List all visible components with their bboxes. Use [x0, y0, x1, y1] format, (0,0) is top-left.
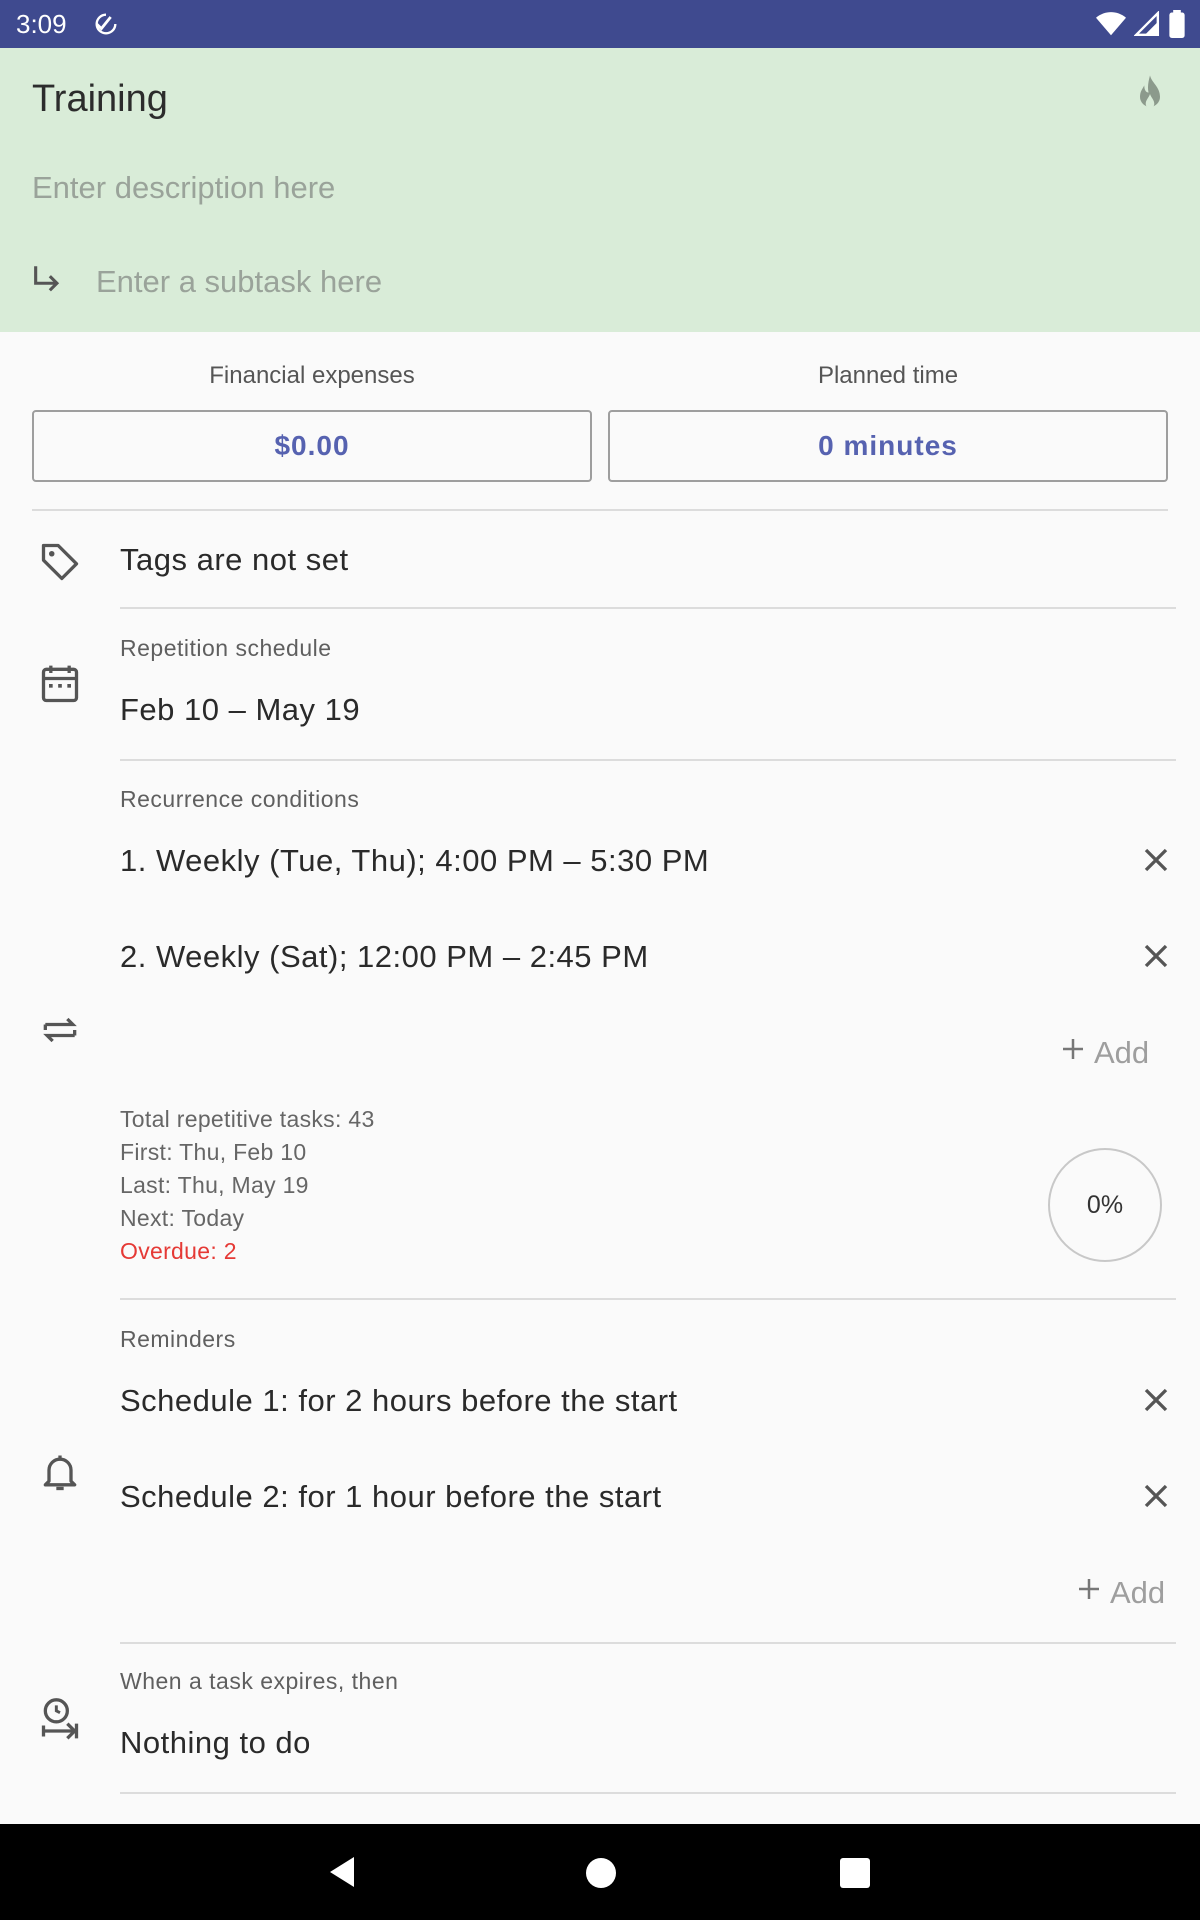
- recurrence-conditions-label: Recurrence conditions: [120, 786, 360, 812]
- stat-first: First: Thu, Feb 10: [120, 1139, 307, 1165]
- stat-next: Next: Today: [120, 1205, 245, 1231]
- subtask-arrow-icon: [30, 262, 64, 301]
- repetition-schedule-label: Repetition schedule: [120, 635, 332, 661]
- clock-arrow-icon: [38, 1696, 82, 1749]
- do-not-disturb-icon: [92, 10, 120, 43]
- progress-percent: 0%: [1086, 1190, 1124, 1219]
- wifi-icon: [1096, 11, 1126, 42]
- remove-recurrence-2-icon[interactable]: [1136, 936, 1176, 976]
- remove-reminder-2-icon[interactable]: [1136, 1476, 1176, 1516]
- stat-overdue: Overdue: 2: [120, 1238, 237, 1264]
- repeat-icon: [38, 1008, 82, 1057]
- description-input[interactable]: Enter description here: [32, 170, 335, 206]
- divider: [120, 607, 1176, 609]
- financial-expenses-button[interactable]: $0.00: [32, 410, 592, 482]
- divider: [32, 509, 1168, 511]
- calendar-icon: [38, 662, 82, 711]
- expiry-label: When a task expires, then: [120, 1668, 399, 1694]
- tags-value[interactable]: Tags are not set: [120, 542, 349, 578]
- recurrence-item[interactable]: 2. Weekly (Sat); 12:00 PM – 2:45 PM: [120, 939, 649, 975]
- plus-icon: [1058, 1034, 1088, 1072]
- reminders-label: Reminders: [120, 1326, 236, 1352]
- plus-icon: [1074, 1574, 1104, 1612]
- back-icon[interactable]: [326, 1854, 358, 1895]
- divider: [120, 1792, 1176, 1794]
- remove-recurrence-1-icon[interactable]: [1136, 840, 1176, 880]
- remove-reminder-1-icon[interactable]: [1136, 1380, 1176, 1420]
- progress-circle: 0%: [1048, 1148, 1162, 1262]
- recurrence-item[interactable]: 1. Weekly (Tue, Thu); 4:00 PM – 5:30 PM: [120, 843, 709, 879]
- subtask-input[interactable]: Enter a subtask here: [96, 264, 382, 300]
- task-title[interactable]: Training: [32, 78, 168, 121]
- add-recurrence-button[interactable]: Add: [1058, 1034, 1149, 1072]
- divider: [120, 1298, 1176, 1300]
- recents-icon[interactable]: [840, 1858, 870, 1893]
- status-icons: [1096, 10, 1186, 43]
- bell-icon: [38, 1450, 82, 1499]
- financial-expenses-label: Financial expenses: [209, 362, 415, 389]
- flame-icon[interactable]: [1132, 74, 1168, 119]
- stat-last: Last: Thu, May 19: [120, 1172, 309, 1198]
- repetition-schedule-value[interactable]: Feb 10 – May 19: [120, 692, 360, 728]
- divider: [120, 1642, 1176, 1644]
- add-reminder-button[interactable]: Add: [1074, 1574, 1165, 1612]
- planned-time-label: Planned time: [817, 362, 959, 389]
- status-time: 3:09: [16, 9, 67, 39]
- reminder-item[interactable]: Schedule 1: for 2 hours before the start: [120, 1383, 678, 1419]
- status-bar: 3:09: [0, 0, 1200, 48]
- add-reminder-label: Add: [1110, 1575, 1166, 1610]
- signal-icon: [1133, 10, 1160, 42]
- battery-icon: [1168, 10, 1186, 43]
- navigation-bar: [0, 1824, 1200, 1920]
- divider: [120, 759, 1176, 761]
- add-recurrence-label: Add: [1094, 1035, 1150, 1070]
- planned-time-button[interactable]: 0 minutes: [608, 410, 1168, 482]
- task-header: Training Enter description here Enter a …: [0, 48, 1200, 332]
- home-icon[interactable]: [586, 1858, 616, 1893]
- reminder-item[interactable]: Schedule 2: for 1 hour before the start: [120, 1479, 662, 1515]
- stat-total: Total repetitive tasks: 43: [120, 1106, 375, 1132]
- expiry-value[interactable]: Nothing to do: [120, 1725, 311, 1761]
- tag-icon: [38, 540, 82, 589]
